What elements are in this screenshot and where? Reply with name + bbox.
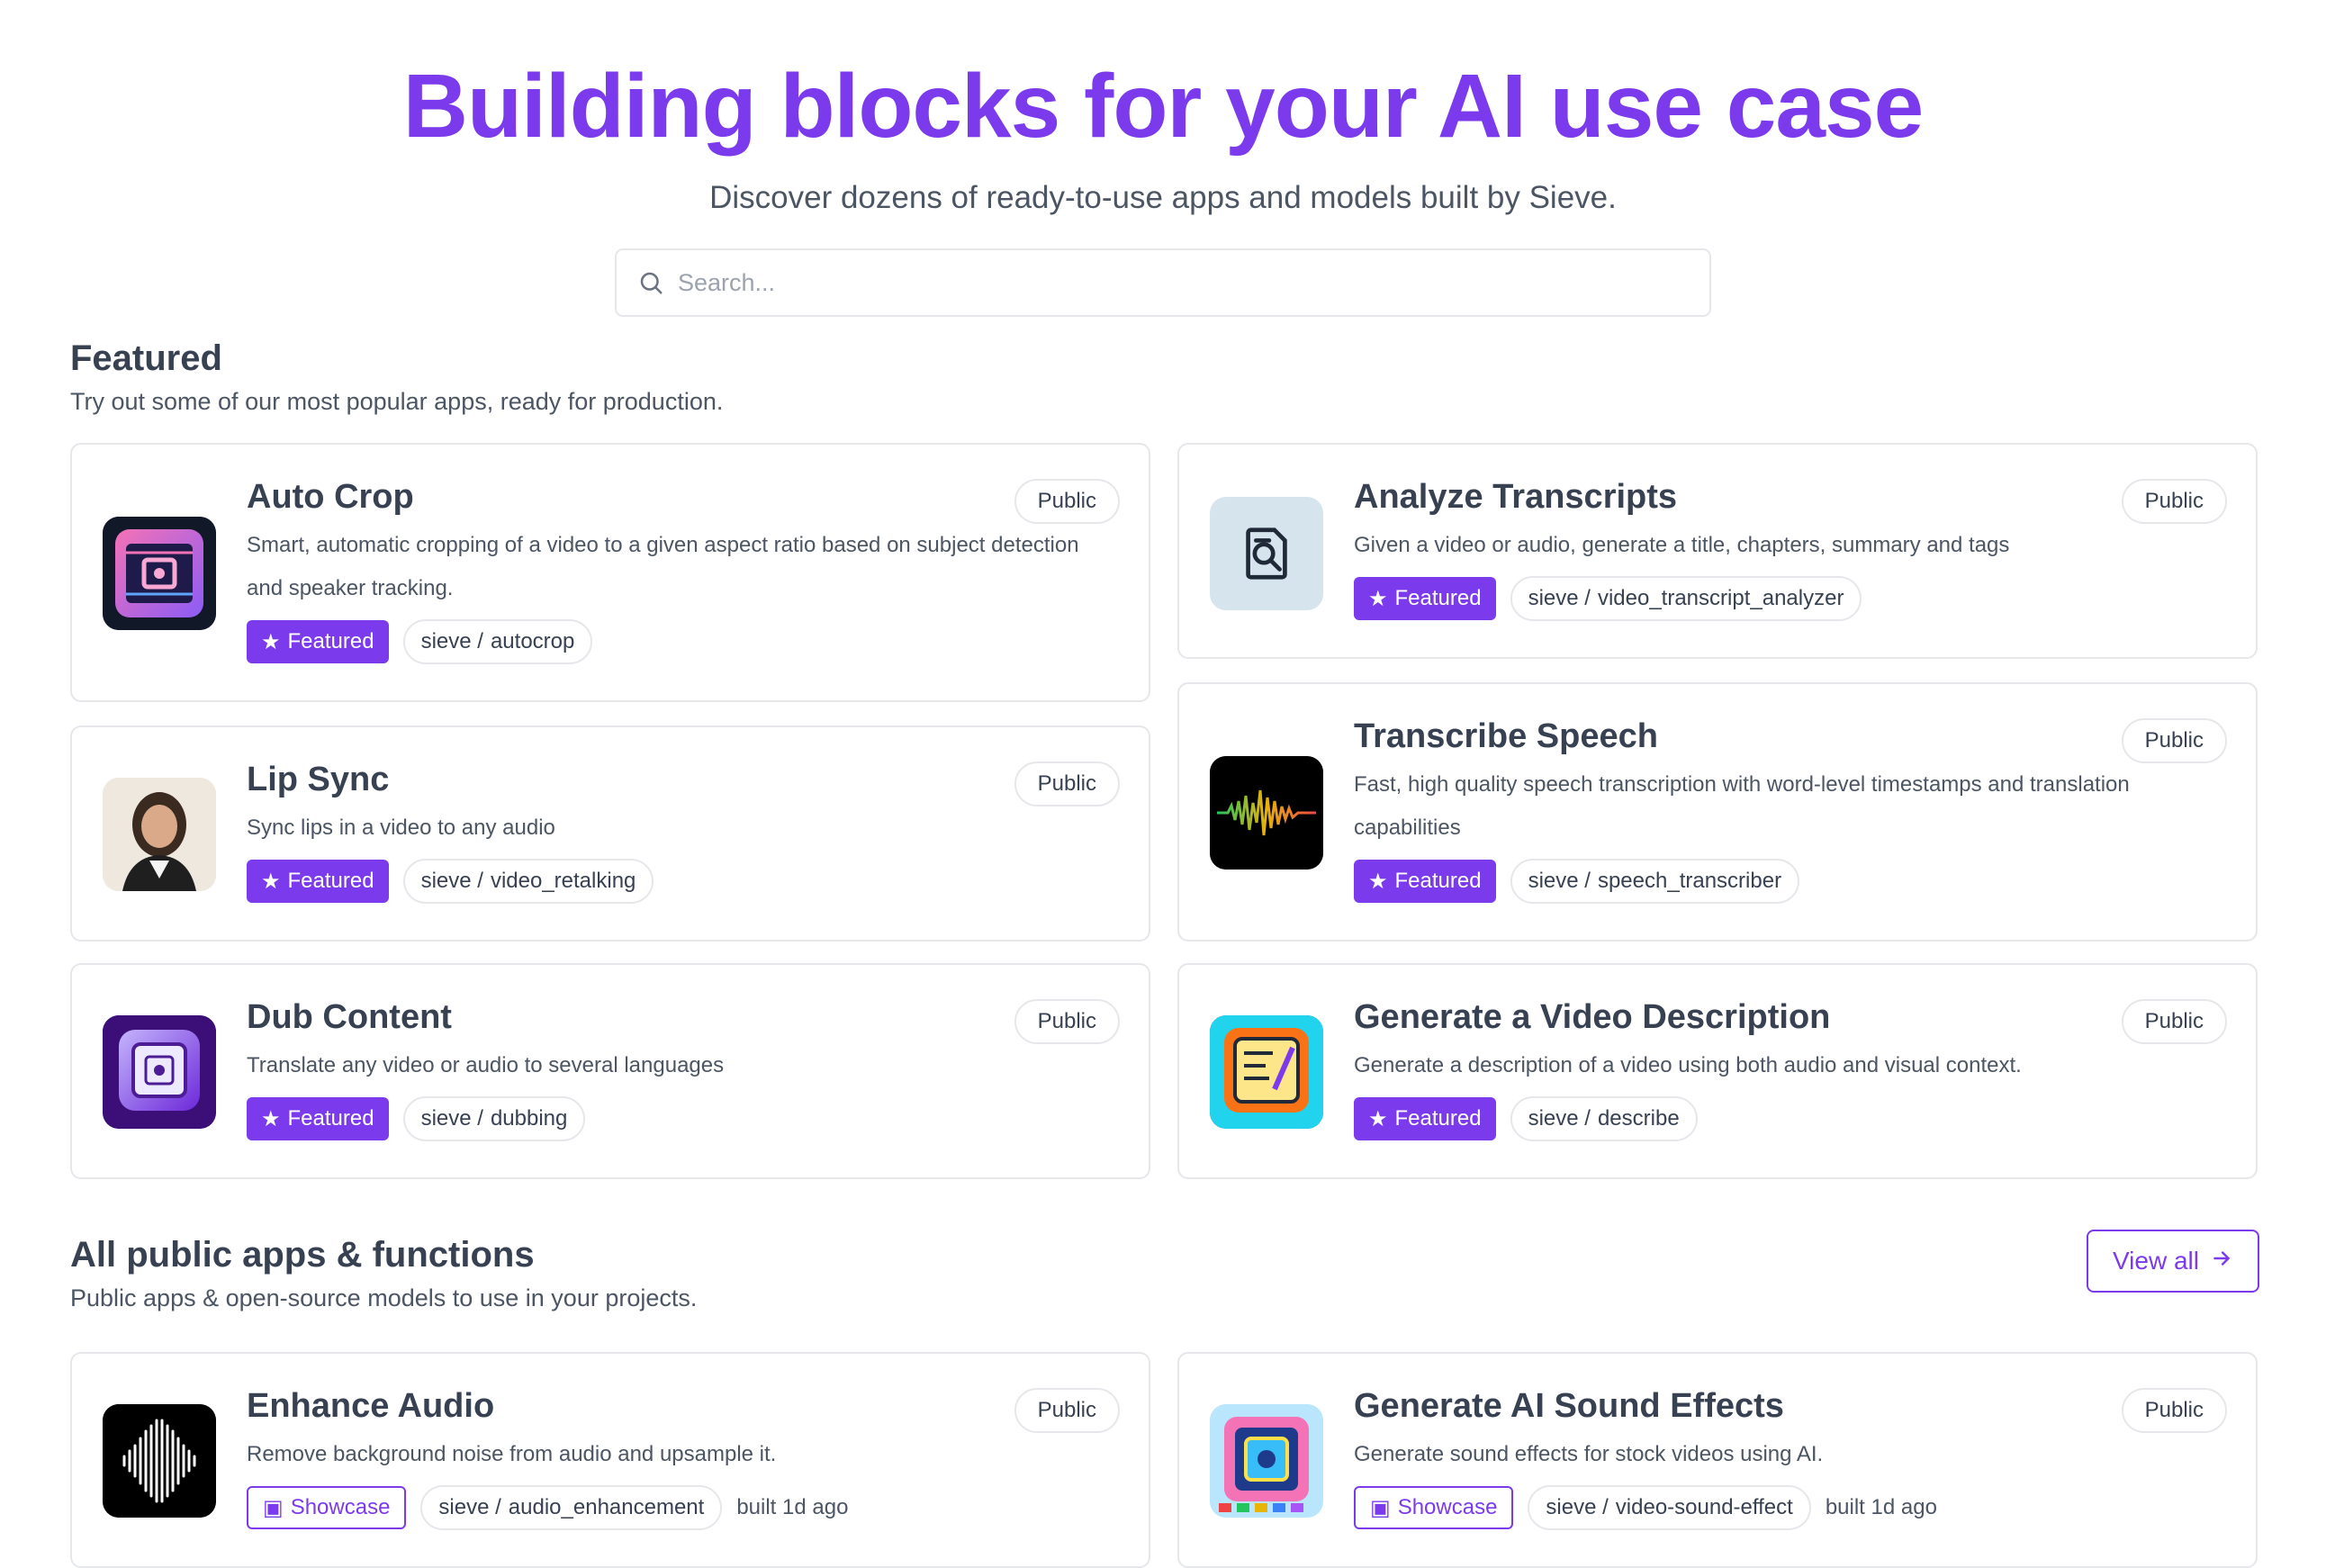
app-card-transcribe-speech[interactable]: Transcribe Speech Fast, high quality spe… (1177, 682, 2258, 942)
featured-tag: ★ Featured (1354, 577, 1496, 620)
public-apps-title: All public apps & functions (70, 1235, 535, 1275)
showcase-tag: ▣ Showcase (1354, 1486, 1514, 1529)
star-icon: ★ (261, 869, 281, 894)
hero: Building blocks for your AI use case Dis… (0, 0, 2326, 317)
app-path-tag[interactable]: sieve / video-sound-effect (1528, 1485, 1811, 1530)
featured-tag: ★ Featured (247, 1097, 389, 1140)
card-description: Generate sound effects for stock videos … (1354, 1442, 1824, 1466)
video-description-icon (1210, 1015, 1323, 1129)
built-time: built 1d ago (1825, 1495, 1937, 1519)
featured-tag: ★ Featured (1354, 1097, 1496, 1140)
card-description: Generate a description of a video using … (1354, 1053, 2022, 1077)
sound-effects-icon (1210, 1404, 1323, 1518)
featured-title: Featured (70, 338, 222, 378)
app-path-tag[interactable]: sieve / audio_enhancement (420, 1485, 723, 1530)
dub-chip-icon (103, 1015, 216, 1129)
app-path-tag[interactable]: sieve / describe (1510, 1096, 1698, 1141)
portrait-thumbnail-icon (103, 778, 216, 891)
search-input[interactable] (678, 268, 1709, 297)
showcase-icon: ▣ (1370, 1495, 1391, 1520)
card-description: Smart, automatic cropping of a video to … (247, 533, 1079, 600)
app-path-tag[interactable]: sieve / video_retalking (402, 859, 654, 904)
visibility-badge: Public (1014, 1388, 1120, 1433)
card-description: Sync lips in a video to any audio (247, 816, 555, 840)
app-card-dub-content[interactable]: Dub Content Translate any video or audio… (70, 963, 1150, 1179)
app-card-enhance-audio[interactable]: Enhance Audio Remove background noise fr… (70, 1352, 1150, 1568)
public-apps-description: Public apps & open-source models to use … (70, 1284, 698, 1311)
featured-tag: ★ Featured (247, 860, 389, 903)
app-path-tag[interactable]: sieve / speech_transcriber (1510, 859, 1800, 904)
card-title: Transcribe Speech (1354, 717, 1658, 755)
card-title: Generate AI Sound Effects (1354, 1387, 1784, 1425)
card-description: Remove background noise from audio and u… (247, 1442, 777, 1466)
star-icon: ★ (1368, 869, 1388, 894)
app-card-video-description[interactable]: Generate a Video Description Generate a … (1177, 963, 2258, 1179)
card-title: Auto Crop (247, 478, 414, 516)
featured-description: Try out some of our most popular apps, r… (70, 388, 724, 415)
app-card-auto-crop[interactable]: Auto Crop Smart, automatic cropping of a… (70, 443, 1150, 702)
showcase-tag: ▣ Showcase (247, 1486, 407, 1529)
app-path-tag[interactable]: sieve / autocrop (402, 619, 593, 664)
visibility-badge: Public (2121, 718, 2227, 763)
visibility-badge: Public (2121, 999, 2227, 1044)
audio-wave-icon (103, 1404, 216, 1518)
card-title: Lip Sync (247, 761, 390, 798)
view-all-button[interactable]: View all (2087, 1230, 2259, 1293)
search-bar[interactable] (615, 248, 1711, 317)
document-search-icon (1210, 497, 1323, 610)
card-title: Analyze Transcripts (1354, 478, 1678, 516)
card-title: Generate a Video Description (1354, 998, 1831, 1036)
star-icon: ★ (261, 1106, 281, 1131)
visibility-badge: Public (2121, 1388, 2227, 1433)
app-card-sound-effects[interactable]: Generate AI Sound Effects Generate sound… (1177, 1352, 2258, 1568)
card-title: Enhance Audio (247, 1387, 495, 1425)
card-description: Fast, high quality speech transcription … (1354, 772, 2130, 840)
visibility-badge: Public (2121, 479, 2227, 524)
card-description: Given a video or audio, generate a title… (1354, 533, 2010, 557)
star-icon: ★ (1368, 1106, 1388, 1131)
app-card-analyze-transcripts[interactable]: Analyze Transcripts Given a video or aud… (1177, 443, 2258, 659)
arrow-right-icon (2210, 1247, 2233, 1276)
public-apps-section: All public apps & functions Public apps … (70, 1230, 2259, 1312)
card-title: Dub Content (247, 998, 452, 1036)
search-icon (635, 266, 667, 299)
waveform-icon (1210, 756, 1323, 870)
app-path-tag[interactable]: sieve / video_transcript_analyzer (1510, 576, 1862, 621)
visibility-badge: Public (1014, 999, 1120, 1044)
page-subtitle: Discover dozens of ready-to-use apps and… (709, 180, 1617, 215)
featured-tag: ★ Featured (247, 620, 389, 663)
app-path-tag[interactable]: sieve / dubbing (402, 1096, 586, 1141)
built-time: built 1d ago (736, 1495, 849, 1519)
card-description: Translate any video or audio to several … (247, 1053, 725, 1077)
star-icon: ★ (261, 629, 281, 654)
page-title: Building blocks for your AI use case (402, 56, 1924, 157)
visibility-badge: Public (1014, 761, 1120, 807)
showcase-icon: ▣ (263, 1495, 284, 1520)
visibility-badge: Public (1014, 479, 1120, 524)
star-icon: ★ (1368, 586, 1388, 611)
auto-crop-icon (103, 517, 216, 630)
featured-tag: ★ Featured (1354, 860, 1496, 903)
featured-section: Featured Try out some of our most popula… (70, 338, 2259, 416)
app-card-lip-sync[interactable]: Lip Sync Sync lips in a video to any aud… (70, 725, 1150, 942)
